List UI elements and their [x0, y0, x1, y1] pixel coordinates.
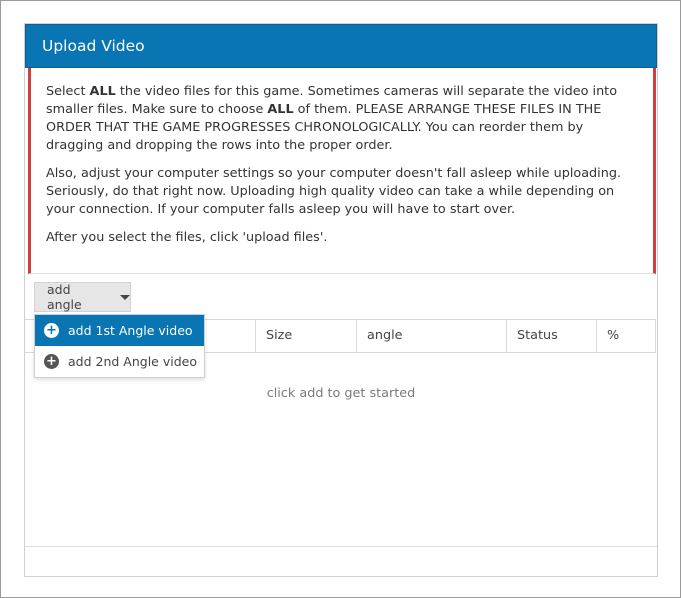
caret-down-icon [120, 294, 130, 300]
menu-item-label: add 2nd Angle video [68, 354, 197, 369]
column-header-percent[interactable]: % [596, 320, 656, 352]
empty-table-message: click add to get started [266, 386, 416, 401]
instructions-text: Select [46, 84, 90, 99]
dialog-header: Upload Video [25, 24, 657, 68]
add-angle-label: add angle [47, 282, 82, 312]
instructions-emphasis: ALL [267, 102, 294, 117]
column-header-size[interactable]: Size [255, 320, 356, 352]
toolbar: add angle [25, 274, 657, 318]
instructions-emphasis: ALL [89, 84, 116, 99]
add-angle-dropdown-menu: + add 1st Angle video + add 2nd Angle vi… [34, 314, 205, 378]
menu-item-label: add 1st Angle video [68, 323, 193, 338]
column-header-status[interactable]: Status [506, 320, 596, 352]
window-frame: Upload Video Select ALL the video files … [0, 0, 681, 598]
add-angle-button[interactable]: add angle [34, 282, 131, 312]
instructions-paragraph-1: Select ALL the video files for this game… [46, 83, 639, 155]
column-header-angle[interactable]: angle [356, 320, 506, 352]
instructions-paragraph-3: After you select the files, click 'uploa… [46, 230, 328, 245]
menu-item-add-2nd-angle[interactable]: + add 2nd Angle video [35, 346, 204, 377]
instructions-paragraph-2: Also, adjust your computer settings so y… [46, 166, 622, 217]
dialog-title: Upload Video [42, 37, 145, 55]
footer-divider [25, 546, 657, 547]
upload-video-dialog: Upload Video Select ALL the video files … [24, 23, 658, 577]
plus-circle-icon: + [44, 323, 59, 338]
plus-circle-icon: + [44, 354, 59, 369]
upload-instructions: Select ALL the video files for this game… [28, 68, 656, 274]
menu-item-add-1st-angle[interactable]: + add 1st Angle video [35, 315, 204, 346]
